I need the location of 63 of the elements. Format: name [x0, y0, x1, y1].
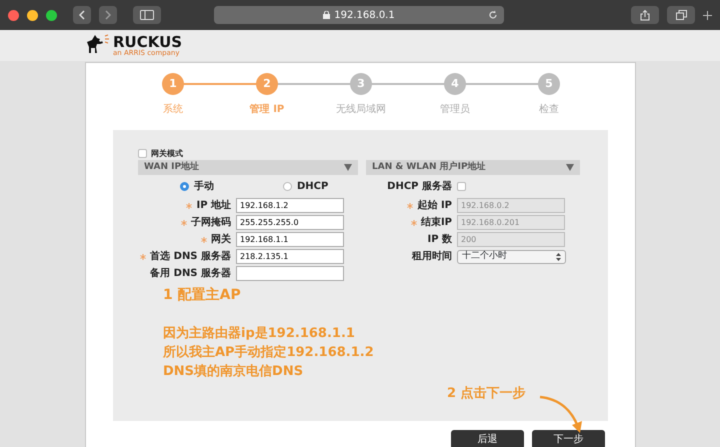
- back-icon: [79, 10, 85, 20]
- step-number[interactable]: 5: [538, 73, 560, 95]
- annotation-text: 2 点击下一步: [447, 385, 526, 403]
- step-number[interactable]: 4: [444, 73, 466, 95]
- annotation-text: 1 配置主AP: [163, 286, 242, 305]
- field-label: 租用时间: [412, 251, 452, 262]
- field-label: IP 数: [427, 232, 452, 247]
- dropdown-arrow-icon: [344, 164, 352, 171]
- reload-icon: [488, 10, 498, 20]
- field-label: 子网掩码: [191, 216, 231, 230]
- section-dropdown[interactable]: LAN & WLAN 用户IP地址: [366, 160, 580, 175]
- step-label[interactable]: 检查: [539, 102, 559, 117]
- annotation-text: DNS填的南京电信DNS: [163, 362, 304, 381]
- input-field[interactable]: [236, 266, 344, 281]
- sidebar-icon: [140, 10, 154, 20]
- window-control-button[interactable]: [46, 10, 57, 20]
- new-tab-icon[interactable]: [703, 11, 712, 20]
- annotation-text: 因为主路由器ip是192.168.1.1: [163, 324, 356, 343]
- field-label: 结束IP: [420, 216, 452, 230]
- step-label[interactable]: 无线局域网: [336, 102, 386, 117]
- checkbox-label: DHCP 服务器: [387, 180, 452, 192]
- tabs-icon: [676, 10, 686, 20]
- step-label[interactable]: 系统: [163, 102, 183, 117]
- checkbox[interactable]: [457, 182, 466, 190]
- lock-icon: [323, 11, 330, 19]
- checkbox[interactable]: [138, 149, 147, 158]
- field-label: 网关: [211, 232, 231, 247]
- back-button[interactable]: [73, 6, 91, 24]
- window-control-button[interactable]: [8, 10, 19, 20]
- input-field[interactable]: 218.2.135.1: [236, 249, 344, 264]
- forward-button[interactable]: [99, 6, 117, 24]
- step-number[interactable]: 1: [162, 73, 184, 95]
- radio-button[interactable]: [283, 182, 292, 190]
- field-label: IP 地址: [196, 198, 231, 213]
- share-button[interactable]: [631, 6, 659, 24]
- dropdown-arrow-icon: [566, 164, 574, 171]
- step-number[interactable]: 3: [350, 73, 372, 95]
- select-arrows-icon: [556, 252, 561, 260]
- annotation-text: 所以我主AP手动指定192.168.1.2: [163, 344, 375, 362]
- field-label: 起始 IP: [417, 198, 452, 213]
- field-label: 首选 DNS 服务器: [150, 250, 231, 264]
- wizard-button[interactable]: 下一步: [532, 430, 605, 447]
- radio-label: DHCP: [297, 180, 328, 194]
- checkbox-label: 网关模式: [151, 148, 183, 160]
- select-field[interactable]: 十二个小时: [457, 250, 566, 264]
- step-number[interactable]: 2: [256, 73, 278, 95]
- url-text[interactable]: 192.168.0.1: [334, 8, 395, 22]
- radio-label: 手动: [194, 180, 214, 194]
- logo-text: RUCKUS: [113, 34, 182, 50]
- step-label[interactable]: 管理员: [440, 102, 470, 117]
- step-label[interactable]: 管理 IP: [250, 102, 284, 117]
- field-label: 备用 DNS 服务器: [150, 266, 231, 281]
- window-control-button[interactable]: [27, 10, 38, 20]
- section-dropdown[interactable]: WAN IP地址: [138, 160, 358, 175]
- sidebar-button[interactable]: [133, 6, 161, 24]
- tabs-button[interactable]: [667, 6, 695, 24]
- radio-button[interactable]: [180, 182, 189, 190]
- input-field[interactable]: 192.168.1.1: [236, 232, 344, 247]
- input-field[interactable]: 192.168.1.2: [236, 198, 344, 213]
- wizard-button[interactable]: 后退: [451, 430, 524, 447]
- forward-icon: [105, 10, 111, 20]
- share-icon: [640, 10, 650, 20]
- input-field[interactable]: 255.255.255.0: [236, 215, 344, 230]
